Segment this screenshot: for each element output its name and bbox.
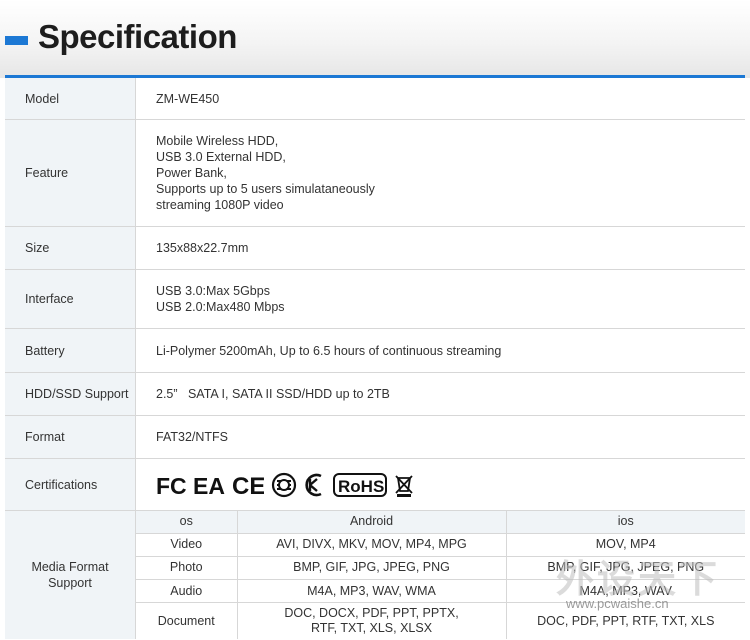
spec-row-interface: Interface USB 3.0:Max 5Gbps USB 2.0:Max4… (5, 270, 745, 329)
rohs-logo-icon: RoHS (333, 472, 387, 497)
media-header-ios: ios (506, 511, 745, 534)
spec-value-media: os Android ios Video AVI, DIVX, MKV, MOV… (136, 511, 745, 639)
media-table-row: Photo BMP, GIF, JPG, JPEG, PNG BMP, GIF,… (136, 556, 745, 581)
kc-mark-icon (305, 473, 322, 496)
media-android-text: BMP, GIF, JPG, JPEG, PNG (293, 560, 450, 575)
spec-value-battery: Li-Polymer 5200mAh, Up to 6.5 hours of c… (156, 343, 502, 358)
spec-value-storage: 2.5” SATA I, SATA II SSD/HDD up to 2TB (156, 387, 390, 401)
spec-label-media: Media Format Support (5, 511, 136, 639)
spec-row-size: Size 135x88x22.7mm (5, 227, 745, 270)
spec-value-size: 135x88x22.7mm (156, 241, 249, 255)
media-ios-text: MOV, MP4 (595, 537, 656, 552)
spec-row-format: Format FAT32/NTFS (5, 416, 745, 459)
media-ios: BMP, GIF, JPG, JPEG, PNG (506, 556, 745, 581)
spec-label-interface: Interface (5, 270, 136, 328)
media-android: AVI, DIVX, MKV, MOV, MP4, MPG (237, 533, 507, 557)
feature-line: Mobile Wireless HDD, (156, 134, 279, 148)
media-ios: M4A, MP3, WAV (506, 579, 745, 604)
eac-logo-icon: EAC (193, 473, 225, 498)
certification-logos: FC EAC CE RoHS (156, 472, 414, 498)
media-table-row: Document DOC, DOCX, PDF, PPT, PPTX, RTF,… (136, 602, 745, 639)
media-kind: Video (136, 533, 238, 557)
media-label-line: Support (48, 576, 92, 590)
interface-line: USB 2.0:Max480 Mbps (156, 300, 285, 314)
media-header-android: Android (237, 511, 507, 534)
spec-row-media: Media Format Support os Android ios Vide… (5, 511, 745, 639)
feature-line: Power Bank, (156, 166, 227, 180)
svg-text:RoHS: RoHS (338, 477, 384, 496)
media-label-line: Media Format (31, 560, 109, 574)
media-android-text: RTF, TXT, XLS, XLSX (310, 621, 433, 636)
spec-label-storage: HDD/SSD Support (5, 373, 136, 415)
spec-row-battery: Battery Li-Polymer 5200mAh, Up to 6.5 ho… (5, 329, 745, 373)
media-table-row: Video AVI, DIVX, MKV, MOV, MP4, MPG MOV,… (136, 533, 745, 557)
svg-text:EAC: EAC (193, 473, 225, 498)
media-android-text: AVI, DIVX, MKV, MOV, MP4, MPG (276, 537, 467, 552)
interface-line: USB 3.0:Max 5Gbps (156, 284, 270, 298)
spec-label-size: Size (5, 227, 136, 269)
media-android: BMP, GIF, JPG, JPEG, PNG (237, 556, 507, 581)
spec-row-storage: HDD/SSD Support 2.5” SATA I, SATA II SSD… (5, 373, 745, 416)
ce-logo-icon: CE (232, 473, 264, 498)
media-ios-text: DOC, PDF, PPT, RTF, TXT, XLS (537, 613, 715, 628)
media-table-row: Audio M4A, MP3, WAV, WMA M4A, MP3, WAV (136, 579, 745, 604)
media-android: M4A, MP3, WAV, WMA (237, 579, 507, 604)
spec-row-certifications: Certifications FC EAC CE (5, 459, 745, 511)
feature-line: Supports up to 5 users simulataneously (156, 182, 375, 196)
media-ios: DOC, PDF, PPT, RTF, TXT, XLS (506, 603, 745, 639)
svg-text:CE: CE (232, 473, 264, 498)
spec-value-certifications: FC EAC CE RoHS (136, 459, 745, 510)
media-header-os: os (136, 511, 238, 534)
feature-line: streaming 1080P video (156, 198, 284, 212)
media-kind: Photo (136, 556, 238, 581)
spec-value-model: ZM-WE450 (156, 91, 220, 106)
media-kind: Audio (136, 579, 238, 604)
media-android-text: M4A, MP3, WAV, WMA (307, 583, 436, 598)
spec-row-feature: Feature Mobile Wireless HDD, USB 3.0 Ext… (5, 120, 745, 227)
media-android: DOC, DOCX, PDF, PPT, PPTX, RTF, TXT, XLS… (237, 602, 507, 639)
media-ios: MOV, MP4 (506, 533, 745, 557)
spec-label-feature: Feature (5, 120, 136, 226)
spec-row-model: Model ZM-WE450 (5, 78, 745, 120)
safety-mark-icon (271, 472, 297, 497)
spec-label-model: Model (5, 78, 136, 119)
fcc-logo-icon: FC (156, 473, 186, 498)
spec-value-format: FAT32/NTFS (156, 430, 229, 444)
page-title: Specification (38, 18, 237, 55)
title-accent-bar (5, 36, 28, 45)
page-header: Specification (0, 0, 750, 78)
media-table-header-row: os Android ios (136, 511, 745, 534)
spec-value-feature: Mobile Wireless HDD, USB 3.0 External HD… (136, 120, 745, 226)
media-android-text: DOC, DOCX, PDF, PPT, PPTX, (284, 606, 459, 621)
weee-bin-icon (395, 474, 413, 497)
media-ios-text: M4A, MP3, WAV (579, 583, 672, 598)
spec-label-format: Format (5, 416, 136, 458)
spec-label-battery: Battery (5, 329, 136, 372)
media-ios-text: BMP, GIF, JPG, JPEG, PNG (547, 560, 705, 575)
spec-label-certifications: Certifications (5, 459, 136, 510)
media-format-table: os Android ios Video AVI, DIVX, MKV, MOV… (136, 511, 745, 639)
media-kind: Document (136, 602, 238, 639)
feature-line: USB 3.0 External HDD, (156, 150, 286, 164)
svg-text:FC: FC (156, 473, 186, 498)
spec-value-interface: USB 3.0:Max 5Gbps USB 2.0:Max480 Mbps (136, 270, 745, 328)
spec-table: Model ZM-WE450 Feature Mobile Wireless H… (5, 78, 745, 639)
